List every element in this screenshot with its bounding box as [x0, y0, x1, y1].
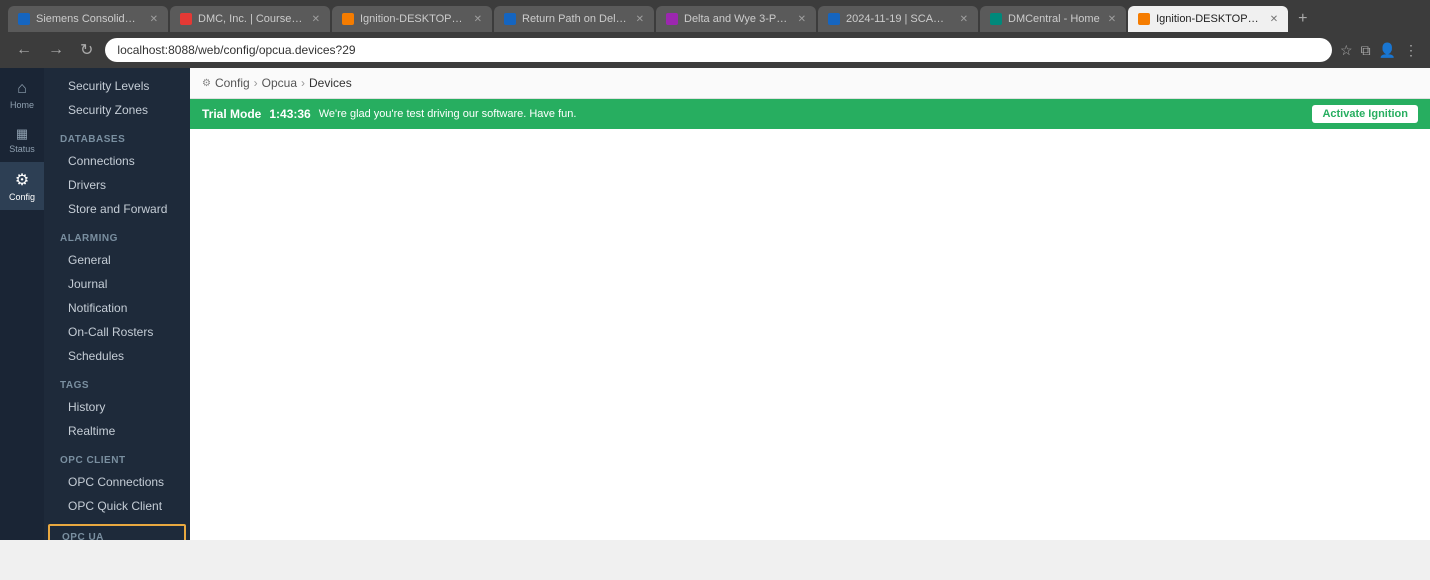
browser-tab[interactable]: Return Path on Delta Pr... ✕: [494, 6, 654, 32]
opc-client-section-label: OPC CLIENT: [44, 443, 190, 470]
sidebar-panel: Security Levels Security Zones DATABASES…: [44, 68, 190, 540]
alarming-section: ALARMING General Journal Notification On…: [44, 221, 190, 368]
breadcrumb-devices: Devices: [309, 76, 352, 90]
back-button[interactable]: ←: [12, 37, 36, 63]
browser-tab-active[interactable]: Ignition-DESKTOP-K178... ✕: [1128, 6, 1288, 32]
address-bar[interactable]: localhost:8088/web/config/opcua.devices?…: [105, 38, 1332, 62]
opc-client-section: OPC CLIENT OPC Connections OPC Quick Cli…: [44, 443, 190, 518]
sidebar-item-opc-connections[interactable]: OPC Connections: [44, 470, 190, 494]
browser-nav-icons: ☆ ⧉ 👤 ⋮: [1340, 42, 1418, 59]
browser-tab[interactable]: Delta and Wye 3-Phase C... ✕: [656, 6, 816, 32]
main-content: ⚙ Config › Opcua › Devices Trial Mode 1:…: [190, 68, 1430, 540]
tab-favicon: [990, 13, 1002, 25]
tab-bar: Siemens Consolidated VI... ✕ DMC, Inc. |…: [0, 0, 1430, 32]
tab-label: DMC, Inc. | Course catalo...: [198, 13, 304, 25]
tab-label: Return Path on Delta Pr...: [522, 13, 628, 25]
tags-section: TAGS History Realtime: [44, 368, 190, 443]
sidebar-item-security-zones[interactable]: Security Zones: [44, 98, 190, 122]
sidebar-item-history[interactable]: History: [44, 395, 190, 419]
tab-favicon: [666, 13, 678, 25]
breadcrumb-sep-1: ›: [254, 76, 258, 90]
sidebar-item-schedules[interactable]: Schedules: [44, 344, 190, 368]
content-area: [190, 129, 1430, 540]
tab-favicon: [342, 13, 354, 25]
security-section: Security Levels Security Zones: [44, 74, 190, 122]
sidebar-item-general[interactable]: General: [44, 248, 190, 272]
breadcrumb-sep-2: ›: [301, 76, 305, 90]
tab-label: 2024-11-19 | SCADA Use...: [846, 13, 952, 25]
home-icon: ⌂: [17, 80, 27, 98]
extensions-icon[interactable]: ⧉: [1361, 42, 1371, 59]
trial-timer: 1:43:36: [269, 107, 310, 121]
browser-tab[interactable]: Siemens Consolidated VI... ✕: [8, 6, 168, 32]
address-text: localhost:8088/web/config/opcua.devices?…: [117, 43, 355, 57]
nav-bar: ← → ↻ localhost:8088/web/config/opcua.de…: [0, 32, 1430, 68]
databases-section-label: DATABASES: [44, 122, 190, 149]
tags-section-label: TAGS: [44, 368, 190, 395]
sidebar-item-realtime[interactable]: Realtime: [44, 419, 190, 443]
opc-ua-section-label: OPC UA: [50, 526, 184, 540]
alarming-section-label: ALARMING: [44, 221, 190, 248]
breadcrumb: ⚙ Config › Opcua › Devices: [190, 68, 1430, 99]
menu-icon[interactable]: ⋮: [1404, 42, 1418, 59]
tab-close-icon[interactable]: ✕: [150, 14, 158, 25]
breadcrumb-opcua[interactable]: Opcua: [262, 76, 297, 90]
reload-button[interactable]: ↻: [76, 36, 97, 64]
tab-label: Ignition-DESKTOP-K178...: [360, 13, 466, 25]
new-tab-button[interactable]: +: [1290, 6, 1315, 32]
tab-label: Delta and Wye 3-Phase C...: [684, 13, 790, 25]
tab-close-icon[interactable]: ✕: [798, 14, 806, 25]
browser-tab[interactable]: 2024-11-19 | SCADA Use... ✕: [818, 6, 978, 32]
tab-favicon: [504, 13, 516, 25]
home-label: Home: [10, 100, 34, 110]
trial-message: We're glad you're test driving our softw…: [319, 108, 1305, 120]
opc-ua-section: OPC UA Device Connections Server Setting…: [48, 524, 186, 540]
tab-close-icon[interactable]: ✕: [474, 14, 482, 25]
tab-label: DMCentral - Home: [1008, 13, 1100, 25]
status-icon: ▦: [16, 126, 28, 142]
sidebar-item-drivers[interactable]: Drivers: [44, 173, 190, 197]
tab-favicon: [828, 13, 840, 25]
sidebar-item-journal[interactable]: Journal: [44, 272, 190, 296]
trial-label: Trial Mode: [202, 107, 261, 121]
tab-favicon: [1138, 13, 1150, 25]
tab-close-icon[interactable]: ✕: [1270, 14, 1278, 25]
browser-tab[interactable]: DMCentral - Home ✕: [980, 6, 1126, 32]
databases-section: DATABASES Connections Drivers Store and …: [44, 122, 190, 221]
tab-favicon: [18, 13, 30, 25]
trial-banner: Trial Mode 1:43:36 We're glad you're tes…: [190, 99, 1430, 129]
bookmark-icon[interactable]: ☆: [1340, 42, 1353, 59]
forward-button[interactable]: →: [44, 37, 68, 63]
app-wrapper: ⌂ Home ▦ Status ⚙ Config Security Levels…: [0, 68, 1430, 540]
profile-icon[interactable]: 👤: [1379, 42, 1396, 59]
browser-tab[interactable]: Ignition-DESKTOP-K178... ✕: [332, 6, 492, 32]
sidebar-item-home[interactable]: ⌂ Home: [0, 72, 44, 118]
breadcrumb-config-icon: ⚙: [202, 78, 211, 89]
tab-label: Siemens Consolidated VI...: [36, 13, 142, 25]
sidebar-item-notification[interactable]: Notification: [44, 296, 190, 320]
tab-favicon: [180, 13, 192, 25]
sidebar-item-on-call-rosters[interactable]: On-Call Rosters: [44, 320, 190, 344]
config-label: Config: [9, 192, 35, 202]
status-label: Status: [9, 144, 35, 154]
tab-label: Ignition-DESKTOP-K178...: [1156, 13, 1262, 25]
tab-close-icon[interactable]: ✕: [312, 14, 320, 25]
tab-close-icon[interactable]: ✕: [1108, 14, 1116, 25]
tab-close-icon[interactable]: ✕: [636, 14, 644, 25]
activate-ignition-button[interactable]: Activate Ignition: [1312, 105, 1418, 123]
breadcrumb-config[interactable]: Config: [215, 76, 250, 90]
config-icon: ⚙: [15, 170, 29, 190]
icon-bar: ⌂ Home ▦ Status ⚙ Config: [0, 68, 44, 540]
sidebar-item-config[interactable]: ⚙ Config: [0, 162, 44, 210]
sidebar-item-status[interactable]: ▦ Status: [0, 118, 44, 162]
sidebar-item-connections[interactable]: Connections: [44, 149, 190, 173]
tab-close-icon[interactable]: ✕: [960, 14, 968, 25]
browser-tab[interactable]: DMC, Inc. | Course catalo... ✕: [170, 6, 330, 32]
sidebar-item-security-levels[interactable]: Security Levels: [44, 74, 190, 98]
sidebar-item-store-forward[interactable]: Store and Forward: [44, 197, 190, 221]
sidebar-item-opc-quick-client[interactable]: OPC Quick Client: [44, 494, 190, 518]
